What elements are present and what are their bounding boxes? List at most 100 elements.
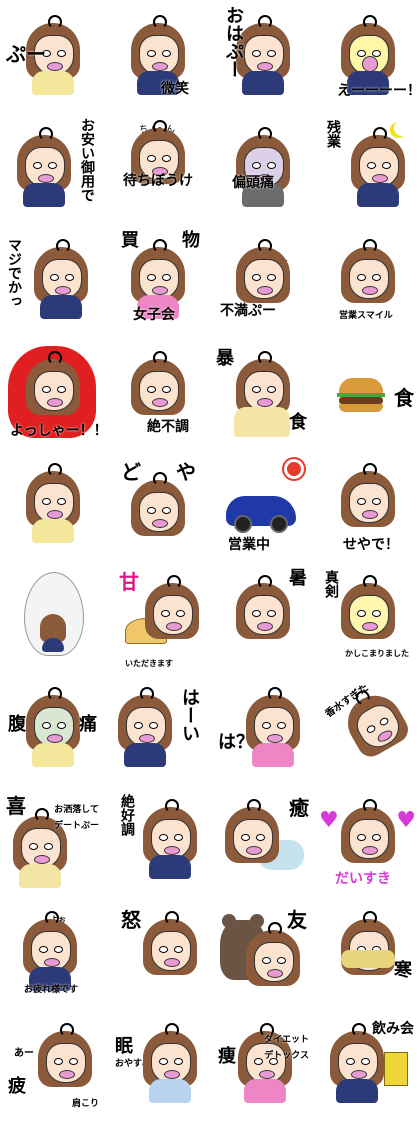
sticker-29[interactable]: 喜 お洒落して デートぷー: [0, 784, 105, 896]
sticker-text: 疲: [8, 1076, 26, 1097]
sticker-text: 微笑: [161, 81, 189, 97]
sticker-text: 営業中: [228, 537, 270, 553]
sticker-sheet: ぷー 微笑 おはぷー えーーーー！！ お安い御用で ちょ〜ん 待ちぼうけ 偏頭痛…: [0, 0, 420, 1121]
car-icon: [226, 496, 296, 533]
sticker-text: 食: [289, 412, 307, 433]
sticker-5[interactable]: お安い御用で: [0, 112, 105, 224]
character: [139, 799, 201, 879]
character: [13, 127, 75, 207]
sticker-text: 眠: [115, 1036, 133, 1057]
sticker-text: デトックス: [264, 1051, 309, 1061]
character: [232, 575, 294, 655]
sticker-text: 絶好調: [119, 794, 135, 836]
sticker-text: あー: [14, 1048, 34, 1059]
sticker-12[interactable]: 営業スマイル: [315, 224, 420, 336]
sticker-text: 食: [394, 386, 414, 410]
sticker-16[interactable]: 食: [315, 336, 420, 448]
sticker-24[interactable]: 真剣 かしこまりました: [315, 560, 420, 672]
sticker-text: 絶不調: [147, 419, 189, 435]
sticker-text: 痛: [79, 714, 97, 735]
sticker-text: 友: [287, 908, 307, 932]
sticker-40[interactable]: 飲み会: [315, 1008, 420, 1120]
sticker-text: 飲み会: [372, 1021, 414, 1037]
sticker-31[interactable]: 癒: [210, 784, 315, 896]
burger-icon: [337, 378, 385, 412]
sticker-1[interactable]: ぷー: [0, 0, 105, 112]
sticker-13[interactable]: よっしゃー！！: [0, 336, 105, 448]
character: [34, 1023, 96, 1103]
sticker-8[interactable]: 残業: [315, 112, 420, 224]
character: [141, 575, 203, 655]
sticker-text: 営業スマイル: [339, 311, 393, 321]
character: [38, 612, 68, 652]
sticker-text: 偏頭痛: [232, 175, 274, 191]
sticker-text: よっしゃー！！: [10, 423, 105, 439]
sticker-4[interactable]: えーーーー！！: [315, 0, 420, 112]
sticker-text: 癒: [289, 796, 309, 820]
sticker-2[interactable]: 微笑: [105, 0, 210, 112]
sticker-38[interactable]: 眠 おやすみ: [105, 1008, 210, 1120]
sticker-20[interactable]: せやで！: [315, 448, 420, 560]
sticker-text: お洒落して: [54, 805, 99, 815]
character: [221, 799, 283, 879]
sticker-19[interactable]: 営業中: [210, 448, 315, 560]
sticker-text: ぷー: [6, 42, 46, 66]
sticker-text: 女子会: [133, 307, 175, 323]
sticker-35[interactable]: 友: [210, 896, 315, 1008]
sticker-text: せやで！: [343, 537, 399, 553]
character: [19, 911, 81, 991]
character: [337, 575, 399, 655]
sticker-text: だいすき: [335, 871, 391, 887]
sticker-3[interactable]: おはぷー: [210, 0, 315, 112]
sticker-18[interactable]: ど や: [105, 448, 210, 560]
sticker-36[interactable]: 寒: [315, 896, 420, 1008]
character: [22, 463, 84, 543]
sticker-text: 寒: [394, 960, 412, 981]
scarf-icon: [341, 950, 395, 968]
character: [114, 687, 176, 767]
beer-icon: [384, 1052, 408, 1086]
sticker-30[interactable]: 絶好調: [105, 784, 210, 896]
sticker-34[interactable]: 怒: [105, 896, 210, 1008]
sticker-28[interactable]: 香水すぎた: [315, 672, 420, 784]
sticker-33[interactable]: よぉ お疲れ様です: [0, 896, 105, 1008]
sticker-text: 待ちぼうけ: [123, 173, 193, 189]
sticker-text: いただきます: [125, 659, 173, 668]
character: [139, 911, 201, 991]
sticker-7[interactable]: 偏頭痛: [210, 112, 315, 224]
sticker-23[interactable]: 暑: [210, 560, 315, 672]
sticker-9[interactable]: マジでかっ: [0, 224, 105, 336]
sticker-17[interactable]: [0, 448, 105, 560]
sticker-text: ダイエット: [264, 1035, 309, 1045]
character: [232, 351, 294, 437]
sticker-14[interactable]: 絶不調: [105, 336, 210, 448]
character: [347, 127, 409, 207]
sticker-6[interactable]: ちょ〜ん 待ちぼうけ: [105, 112, 210, 224]
sticker-text: 残業: [325, 120, 341, 148]
sticker-32[interactable]: ♥ ♥ だいすき: [315, 784, 420, 896]
sticker-text: おはぷー: [223, 6, 244, 78]
sticker-22[interactable]: 甘 いただきます: [105, 560, 210, 672]
sticker-text: 暑: [289, 568, 307, 589]
sticker-37[interactable]: あー 疲 肩こり: [0, 1008, 105, 1120]
sticker-39[interactable]: 痩 ダイエット デトックス: [210, 1008, 315, 1120]
character: [127, 471, 189, 552]
sticker-11[interactable]: ぷー 不満ぷー: [210, 224, 315, 336]
character: [232, 127, 294, 207]
sticker-10[interactable]: 買 物 女子会: [105, 224, 210, 336]
sticker-text: マジでかっ: [6, 238, 22, 308]
sticker-25[interactable]: 腹 痛: [0, 672, 105, 784]
heart-icon: ♥: [396, 808, 416, 833]
sticker-15[interactable]: 暴 食: [210, 336, 315, 448]
sticker-27[interactable]: は？: [210, 672, 315, 784]
sticker-text: 肩こり: [71, 1099, 99, 1109]
sticker-26[interactable]: はーい: [105, 672, 210, 784]
sticker-text: えーーーー！！: [337, 83, 420, 99]
character: [139, 1023, 201, 1103]
sticker-text: はーい: [179, 688, 200, 742]
sticker-21[interactable]: [0, 560, 105, 672]
sun-icon: [287, 462, 301, 476]
character: [337, 463, 399, 543]
sticker-text: かしこまりました: [345, 649, 409, 658]
sticker-text: 甘: [119, 570, 139, 594]
